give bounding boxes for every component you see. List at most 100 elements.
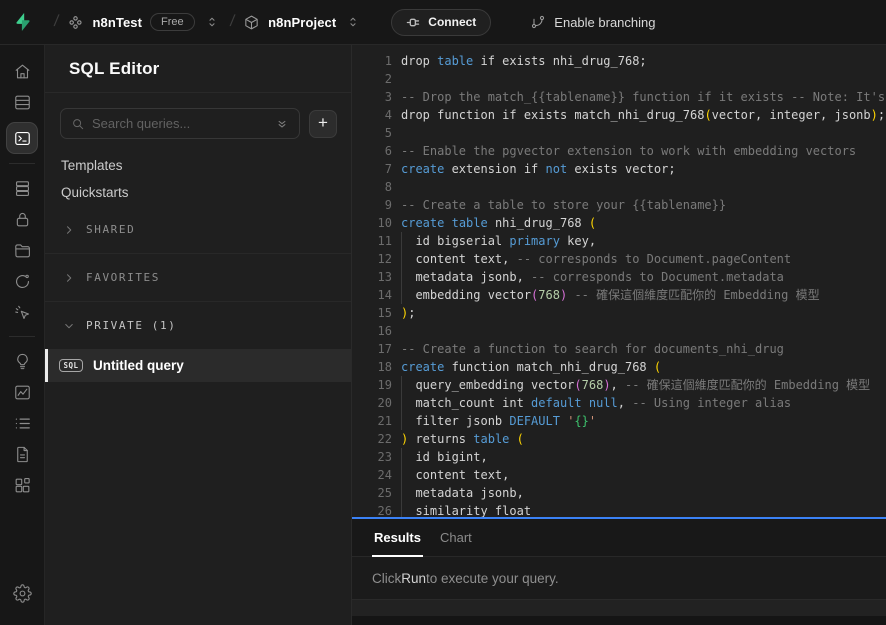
breadcrumb-separator: / (228, 13, 235, 31)
nav-sql-editor[interactable] (6, 122, 38, 154)
code-text: metadata jsonb, (401, 484, 886, 502)
org-name: n8nTest (92, 15, 142, 30)
line-number: 11 (352, 232, 392, 250)
code-line[interactable]: 1drop table if exists nhi_drug_768; (352, 52, 886, 70)
line-number: 12 (352, 250, 392, 268)
indent-guide (401, 394, 402, 412)
project-breadcrumb[interactable]: n8nProject (243, 13, 362, 31)
code-line[interactable]: 19 query_embedding vector(768), -- 確保這個維… (352, 376, 886, 394)
nav-home[interactable] (9, 58, 35, 84)
code-line[interactable]: 20 match_count int default null, -- Usin… (352, 394, 886, 412)
plan-badge: Free (150, 13, 195, 31)
code-line[interactable]: 17-- Create a function to search for doc… (352, 340, 886, 358)
code-line[interactable]: 25 metadata jsonb, (352, 484, 886, 502)
line-number: 6 (352, 142, 392, 160)
nav-logs[interactable] (9, 410, 35, 436)
code-line[interactable]: 15); (352, 304, 886, 322)
code-text (401, 322, 886, 340)
code-line[interactable]: 12 content text, -- corresponds to Docum… (352, 250, 886, 268)
code-text: match_count int default null, -- Using i… (401, 394, 886, 412)
sql-file-badge: SQL (59, 359, 83, 373)
nav-reports[interactable] (9, 379, 35, 405)
code-text (401, 70, 886, 88)
nav-table-editor[interactable] (9, 89, 35, 115)
code-line[interactable]: 11 id bigserial primary key, (352, 232, 886, 250)
code-line[interactable]: 6-- Enable the pgvector extension to wor… (352, 142, 886, 160)
section-private[interactable]: PRIVATE (1) (45, 302, 351, 349)
code-line[interactable]: 24 content text, (352, 466, 886, 484)
code-text: filter jsonb DEFAULT '{}' (401, 412, 886, 430)
code-line[interactable]: 23 id bigint, (352, 448, 886, 466)
nav-authentication[interactable] (9, 206, 35, 232)
code-text: embedding vector(768) -- 確保這個維度匹配你的 Embe… (401, 286, 886, 304)
tab-chart[interactable]: Chart (438, 519, 474, 556)
chart-icon (13, 383, 32, 402)
code-line[interactable]: 26 similarity float (352, 502, 886, 517)
results-footer-bar (352, 599, 886, 616)
body: SQL Editor + Templates Quickstarts (0, 45, 886, 625)
search-icon (71, 117, 85, 131)
indent-guide (401, 286, 402, 304)
line-number: 22 (352, 430, 392, 448)
code-line[interactable]: 18create function match_nhi_drug_768 ( (352, 358, 886, 376)
supabase-logo[interactable] (0, 11, 45, 33)
nav-database[interactable] (9, 175, 35, 201)
code-line[interactable]: 5 (352, 124, 886, 142)
search-queries-box[interactable] (60, 108, 300, 139)
indent-guide (401, 466, 402, 484)
edge-functions-icon (13, 272, 32, 291)
list-icon (13, 414, 32, 433)
realtime-cursor-icon (13, 303, 32, 322)
project-switcher-button[interactable] (344, 13, 362, 31)
org-switcher-button[interactable] (203, 13, 221, 31)
section-shared[interactable]: SHARED (45, 206, 351, 253)
nav-advisors[interactable] (9, 348, 35, 374)
code-line[interactable]: 21 filter jsonb DEFAULT '{}' (352, 412, 886, 430)
code-text: drop function if exists match_nhi_drug_7… (401, 106, 886, 124)
nav-integrations[interactable] (9, 472, 35, 498)
search-input[interactable] (92, 116, 268, 131)
code-line[interactable]: 8 (352, 178, 886, 196)
lightbulb-icon (13, 352, 32, 371)
code-line[interactable]: 2 (352, 70, 886, 88)
code-line[interactable]: 4drop function if exists match_nhi_drug_… (352, 106, 886, 124)
line-number: 3 (352, 88, 392, 106)
org-breadcrumb[interactable]: n8nTest Free (67, 13, 220, 31)
query-list-item-selected[interactable]: SQL Untitled query (45, 349, 351, 382)
section-favorites[interactable]: FAVORITES (45, 254, 351, 301)
code-text: create table nhi_drug_768 ( (401, 214, 886, 232)
nav-api-docs[interactable] (9, 441, 35, 467)
code-text: id bigserial primary key, (401, 232, 886, 250)
section-label: SHARED (86, 223, 135, 236)
results-tabs-bar: Results Chart (352, 519, 886, 557)
templates-link[interactable]: Templates (45, 152, 351, 179)
chevron-right-icon (63, 272, 75, 284)
chevrons-down-icon[interactable] (275, 117, 289, 131)
sql-code-editor[interactable]: 1drop table if exists nhi_drug_768;23-- … (352, 45, 886, 517)
code-line[interactable]: 22) returns table ( (352, 430, 886, 448)
nav-storage[interactable] (9, 237, 35, 263)
code-line[interactable]: 3-- Drop the match_{{tablename}} functio… (352, 88, 886, 106)
code-line[interactable]: 7create extension if not exists vector; (352, 160, 886, 178)
code-text (401, 124, 886, 142)
indent-guide (401, 250, 402, 268)
connect-button[interactable]: Connect (391, 9, 491, 36)
code-line[interactable]: 14 embedding vector(768) -- 確保這個維度匹配你的 E… (352, 286, 886, 304)
code-line[interactable]: 13 metadata jsonb, -- corresponds to Doc… (352, 268, 886, 286)
editor-column: 1drop table if exists nhi_drug_768;23-- … (352, 45, 886, 625)
git-branch-icon (530, 14, 546, 30)
line-number: 21 (352, 412, 392, 430)
line-number: 2 (352, 70, 392, 88)
code-line[interactable]: 10create table nhi_drug_768 ( (352, 214, 886, 232)
enable-branching-button[interactable]: Enable branching (530, 14, 655, 30)
nav-settings[interactable] (9, 580, 35, 606)
code-text: metadata jsonb, -- corresponds to Docume… (401, 268, 886, 286)
code-line[interactable]: 16 (352, 322, 886, 340)
enable-branching-label: Enable branching (554, 15, 655, 30)
code-line[interactable]: 9-- Create a table to store your {{table… (352, 196, 886, 214)
nav-edge-functions[interactable] (9, 268, 35, 294)
new-query-button[interactable]: + (309, 110, 337, 138)
nav-realtime[interactable] (9, 299, 35, 325)
quickstarts-link[interactable]: Quickstarts (45, 179, 351, 206)
tab-results[interactable]: Results (372, 519, 423, 556)
